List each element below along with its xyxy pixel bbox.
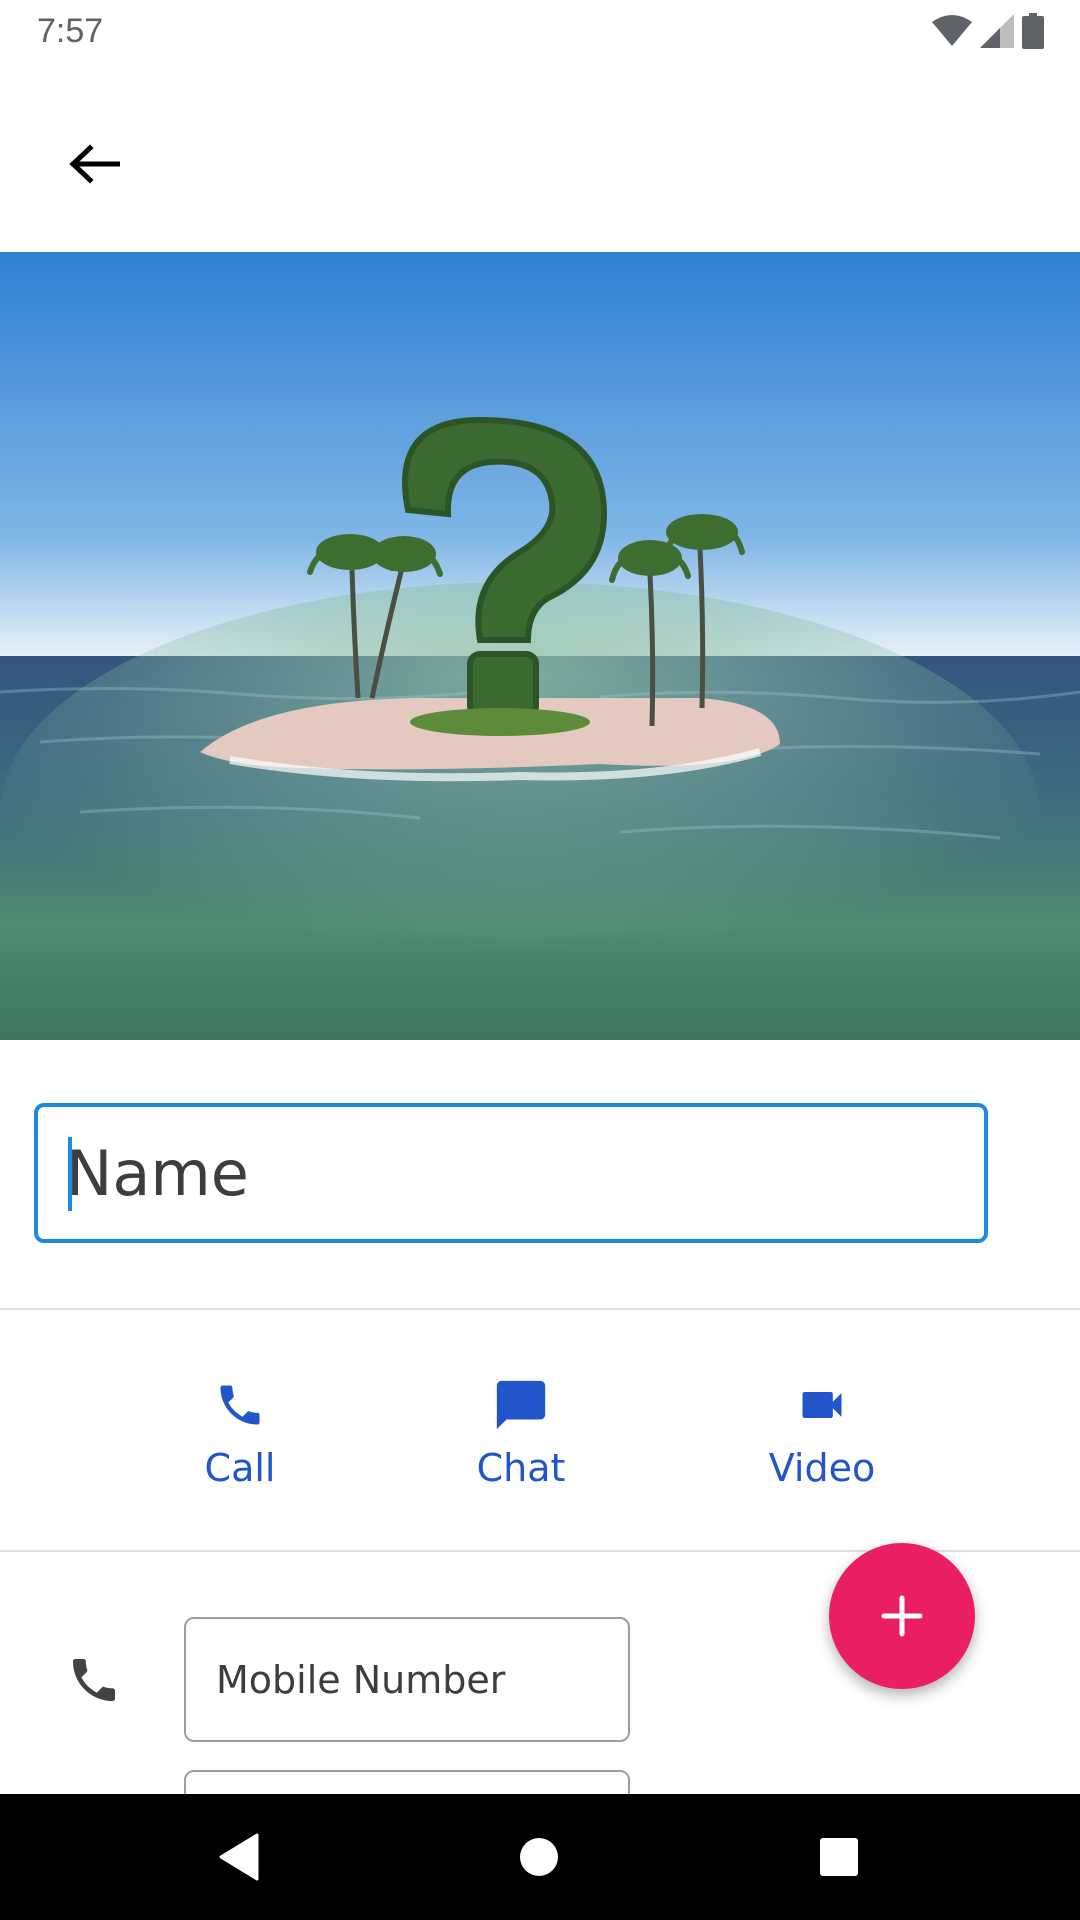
mobile-number-field[interactable]	[184, 1617, 630, 1742]
phone-icon	[220, 1385, 260, 1425]
status-icons	[932, 13, 1044, 49]
battery-icon	[1022, 13, 1044, 49]
status-time: 7:57	[37, 12, 104, 50]
home-circle-icon	[520, 1838, 558, 1876]
system-nav-bar	[0, 1794, 1080, 1920]
chat-label: Chat	[476, 1446, 566, 1490]
arrow-left-icon	[69, 144, 120, 184]
name-field[interactable]	[34, 1103, 988, 1243]
mobile-number-input[interactable]	[216, 1619, 606, 1740]
phone-icon	[73, 1659, 115, 1701]
recents-square-icon	[820, 1838, 858, 1876]
video-button[interactable]: Video	[762, 1370, 882, 1490]
divider	[0, 1308, 1080, 1310]
call-label: Call	[204, 1446, 276, 1490]
plus-icon	[881, 1595, 923, 1637]
wifi-icon	[932, 15, 972, 46]
text-cursor	[68, 1137, 72, 1211]
status-bar: 7:57	[0, 0, 1080, 66]
name-input[interactable]	[66, 1107, 946, 1239]
add-fab-button[interactable]	[829, 1543, 975, 1689]
nav-recents-button[interactable]	[806, 1824, 872, 1890]
call-button[interactable]: Call	[190, 1370, 290, 1490]
cellular-signal-icon	[980, 14, 1014, 48]
contact-photo[interactable]	[0, 252, 1080, 1040]
videocam-icon	[802, 1392, 842, 1418]
chat-bubble-icon	[496, 1380, 546, 1430]
back-button[interactable]	[58, 128, 130, 200]
chat-button[interactable]: Chat	[471, 1370, 571, 1490]
nav-home-button[interactable]	[506, 1824, 572, 1890]
nav-back-button[interactable]	[206, 1824, 272, 1890]
video-label: Video	[768, 1446, 876, 1490]
island-photo	[0, 252, 1080, 1040]
back-triangle-icon	[219, 1833, 259, 1881]
